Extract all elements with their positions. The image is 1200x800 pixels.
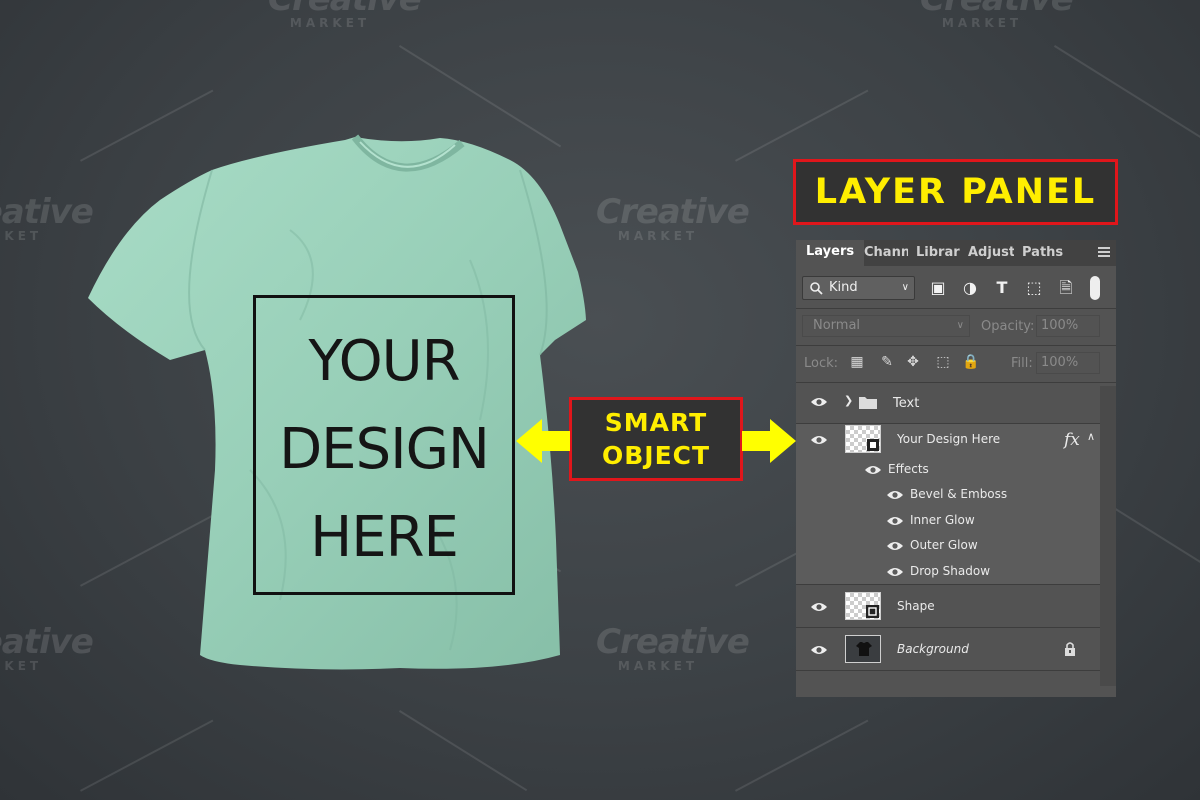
smart-object-callout-line: OBJECT [601,441,711,470]
layer-name: Text [893,396,920,411]
lock-icon [1065,642,1075,656]
visibility-eye-icon[interactable] [810,601,828,613]
creative-market-watermark: CreativeMARKET [596,622,750,673]
effect-eye-icon[interactable] [886,515,904,527]
effect-outer-glow[interactable]: Outer Glow [910,538,978,552]
folder-icon [859,397,877,409]
layer-row-background[interactable]: Background [796,628,1100,670]
tab-adjustments[interactable]: Adjustı [968,245,1014,260]
type-filter-icon[interactable]: T [992,278,1012,298]
divider [796,670,1100,671]
design-line: HERE [310,505,459,570]
effect-eye-icon[interactable] [886,489,904,501]
lock-transparent-pixels-icon[interactable]: ▦ [848,354,866,372]
smart-object-badge-icon [867,439,879,451]
smart-object-callout-line: SMART [604,408,708,437]
effect-drop-shadow[interactable]: Drop Shadow [910,564,990,578]
visibility-eye-icon[interactable] [810,644,828,656]
visibility-eye-icon[interactable] [810,434,828,446]
chevron-down-icon: ∨ [901,282,909,293]
effect-inner-glow[interactable]: Inner Glow [910,513,975,527]
tab-channels[interactable]: Channe [864,245,908,260]
shape-badge-icon [866,605,879,618]
layer-thumbnail [845,635,881,663]
divider [796,308,1116,309]
shape-filter-icon[interactable]: ⬚ [1024,278,1044,298]
layer-row-your-design-here[interactable]: Your Design Here fx ∧ Effects Bevel & Em… [796,424,1100,584]
layer-name: Background [897,642,969,656]
image-filter-icon[interactable]: ▣ [928,278,948,298]
design-placeholder-text: YOUR DESIGN HERE [253,318,515,582]
lock-all-icon[interactable]: 🔒 [962,354,980,372]
arrow-right-icon [742,419,796,463]
tab-paths[interactable]: Paths [1022,245,1063,260]
tshirt-thumbnail-icon [856,642,872,656]
design-line: YOUR [308,329,460,394]
fill-label: Fill: [1011,356,1033,371]
layer-panel-callout: LAYER PANEL [793,159,1118,225]
divider [796,382,1116,383]
kind-filter-select[interactable]: Kind ∨ [802,276,915,300]
tab-libraries[interactable]: Librarie [916,245,960,260]
design-line: DESIGN [279,417,490,482]
tab-layers[interactable]: Layers [796,240,865,266]
layer-name: Your Design Here [897,432,1001,446]
smart-object-filter-icon[interactable]: 🗎 [1056,278,1076,298]
lock-image-pixels-icon[interactable]: ✎ [878,354,896,372]
layer-thumbnail [845,425,881,453]
collapse-chevron-icon[interactable]: ∧ [1087,430,1095,443]
visibility-eye-icon[interactable] [810,396,828,408]
opacity-field[interactable]: 100% [1036,315,1100,337]
effects-eye-icon[interactable] [864,464,882,476]
adjustment-filter-icon[interactable]: ◑ [960,278,980,298]
watermark-word: Creative [596,192,750,232]
smart-object-callout: SMART OBJECT [569,397,743,481]
effects-label: Effects [888,462,929,476]
creative-market-watermark: CreativeMARKET [596,192,750,243]
panel-menu-icon[interactable] [1098,247,1110,259]
fx-icon[interactable]: fx [1064,430,1080,450]
layer-row-text[interactable]: ❯ Text [796,386,1100,423]
panel-tab-bar: Layers Channe Librarie Adjustı Paths [796,240,1116,266]
layer-name: Shape [897,599,935,613]
effect-eye-icon[interactable] [886,566,904,578]
filter-toggle[interactable] [1090,276,1100,300]
layers-panel: Layers Channe Librarie Adjustı Paths Kin… [796,240,1116,697]
watermark-stroke [735,719,869,792]
kind-filter-label: Kind [829,280,858,295]
artboard-lock-icon[interactable]: ⬚ [934,354,952,372]
watermark-stroke [398,710,528,792]
chevron-down-icon: ∨ [956,320,964,331]
fill-field[interactable]: 100% [1036,352,1100,374]
lock-position-icon[interactable]: ✥ [904,354,922,372]
watermark-word: Creative [920,0,1074,16]
layer-row-shape[interactable]: Shape [796,585,1100,627]
divider [796,345,1116,346]
blend-mode-value: Normal [813,318,861,333]
watermark-stroke [1053,45,1200,143]
blend-mode-select[interactable]: Normal ∨ [802,315,970,337]
opacity-label: Opacity: [981,319,1035,334]
creative-market-watermark: CreativeMARKET [920,0,1074,30]
layer-thumbnail [845,592,881,620]
effect-bevel-emboss[interactable]: Bevel & Emboss [910,487,1007,501]
watermark-stroke [735,89,869,162]
effect-eye-icon[interactable] [886,540,904,552]
arrow-left-icon [516,419,570,463]
watermark-stroke [80,719,214,792]
lock-label: Lock: [804,356,839,371]
scrollbar[interactable] [1100,386,1116,686]
search-icon [810,282,823,295]
watermark-word: Creative [596,622,750,662]
expand-chevron-icon[interactable]: ❯ [844,394,853,407]
